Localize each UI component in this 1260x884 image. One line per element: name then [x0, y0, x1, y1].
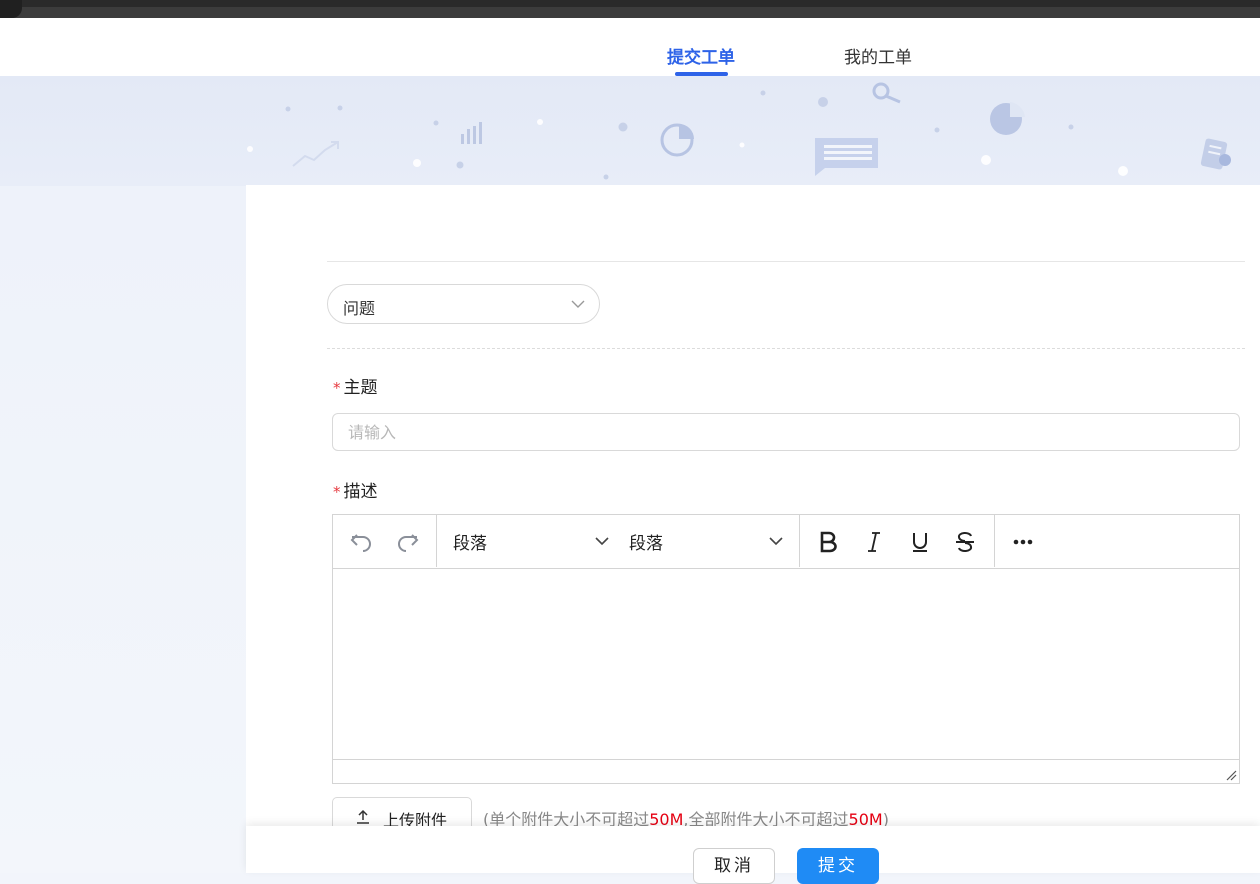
browser-chrome-strip	[0, 0, 1260, 18]
pie-chart-icon-2	[990, 102, 1025, 135]
more-tools-button[interactable]	[1008, 527, 1038, 557]
cancel-button[interactable]: 取消	[693, 848, 775, 884]
toolbar-separator	[994, 515, 995, 567]
tab-submit-ticket[interactable]: 提交工单	[667, 43, 735, 68]
more-icon	[1013, 539, 1033, 545]
banner-illustration	[247, 82, 1231, 180]
chevron-down-icon	[571, 300, 585, 308]
strikethrough-icon	[956, 532, 974, 552]
tab-my-tickets[interactable]: 我的工单	[844, 43, 912, 68]
ticket-type-select[interactable]: 问题	[327, 284, 600, 324]
subject-label-text: 主题	[343, 378, 378, 398]
divider	[327, 261, 1245, 262]
upload-icon	[357, 809, 369, 824]
page-left-background	[0, 186, 246, 873]
redo-button[interactable]	[393, 527, 423, 557]
editor-statusbar	[333, 759, 1239, 783]
toolbar-separator	[799, 515, 800, 567]
underline-button[interactable]	[905, 527, 935, 557]
description-label: * 描述	[333, 477, 378, 502]
editor-toolbar: 段落 段落	[333, 515, 1239, 569]
rich-text-editor: 段落 段落	[332, 514, 1240, 784]
block-format-dropdown-1[interactable]: 段落	[453, 529, 487, 554]
chevron-down-icon	[769, 537, 783, 546]
submit-button[interactable]: 提交	[797, 848, 879, 884]
undo-icon	[350, 534, 371, 552]
editor-content-area[interactable]	[333, 568, 1239, 760]
search-icon	[872, 82, 901, 104]
italic-button[interactable]	[859, 527, 889, 557]
clipboard-icon	[1200, 138, 1231, 170]
bar-chart-icon	[461, 122, 482, 144]
message-icon	[815, 138, 878, 176]
pie-chart-icon	[660, 123, 694, 157]
subject-label: * 主题	[333, 373, 378, 398]
decorative-banner	[0, 76, 1260, 186]
undo-button[interactable]	[346, 527, 376, 557]
subject-input[interactable]	[332, 413, 1240, 451]
italic-icon	[868, 532, 880, 552]
required-marker: *	[333, 379, 341, 397]
dashed-divider	[327, 348, 1245, 349]
browser-chrome-corner	[0, 0, 22, 18]
required-marker: *	[333, 483, 341, 501]
bold-button[interactable]	[813, 527, 843, 557]
redo-icon	[398, 534, 419, 552]
trend-line-icon	[292, 141, 339, 167]
description-label-text: 描述	[343, 482, 378, 502]
resize-handle-icon[interactable]	[1225, 769, 1237, 781]
header-tabs: 提交工单 我的工单	[0, 18, 1260, 76]
chevron-down-icon	[595, 537, 609, 546]
ticket-type-value: 问题	[343, 299, 376, 318]
bold-icon	[820, 531, 837, 553]
block-format-dropdown-2[interactable]: 段落	[629, 529, 663, 554]
strikethrough-button[interactable]	[950, 527, 980, 557]
form-footer: 取消 提交	[246, 826, 1260, 884]
underline-icon	[913, 533, 927, 552]
toolbar-separator	[436, 515, 437, 567]
